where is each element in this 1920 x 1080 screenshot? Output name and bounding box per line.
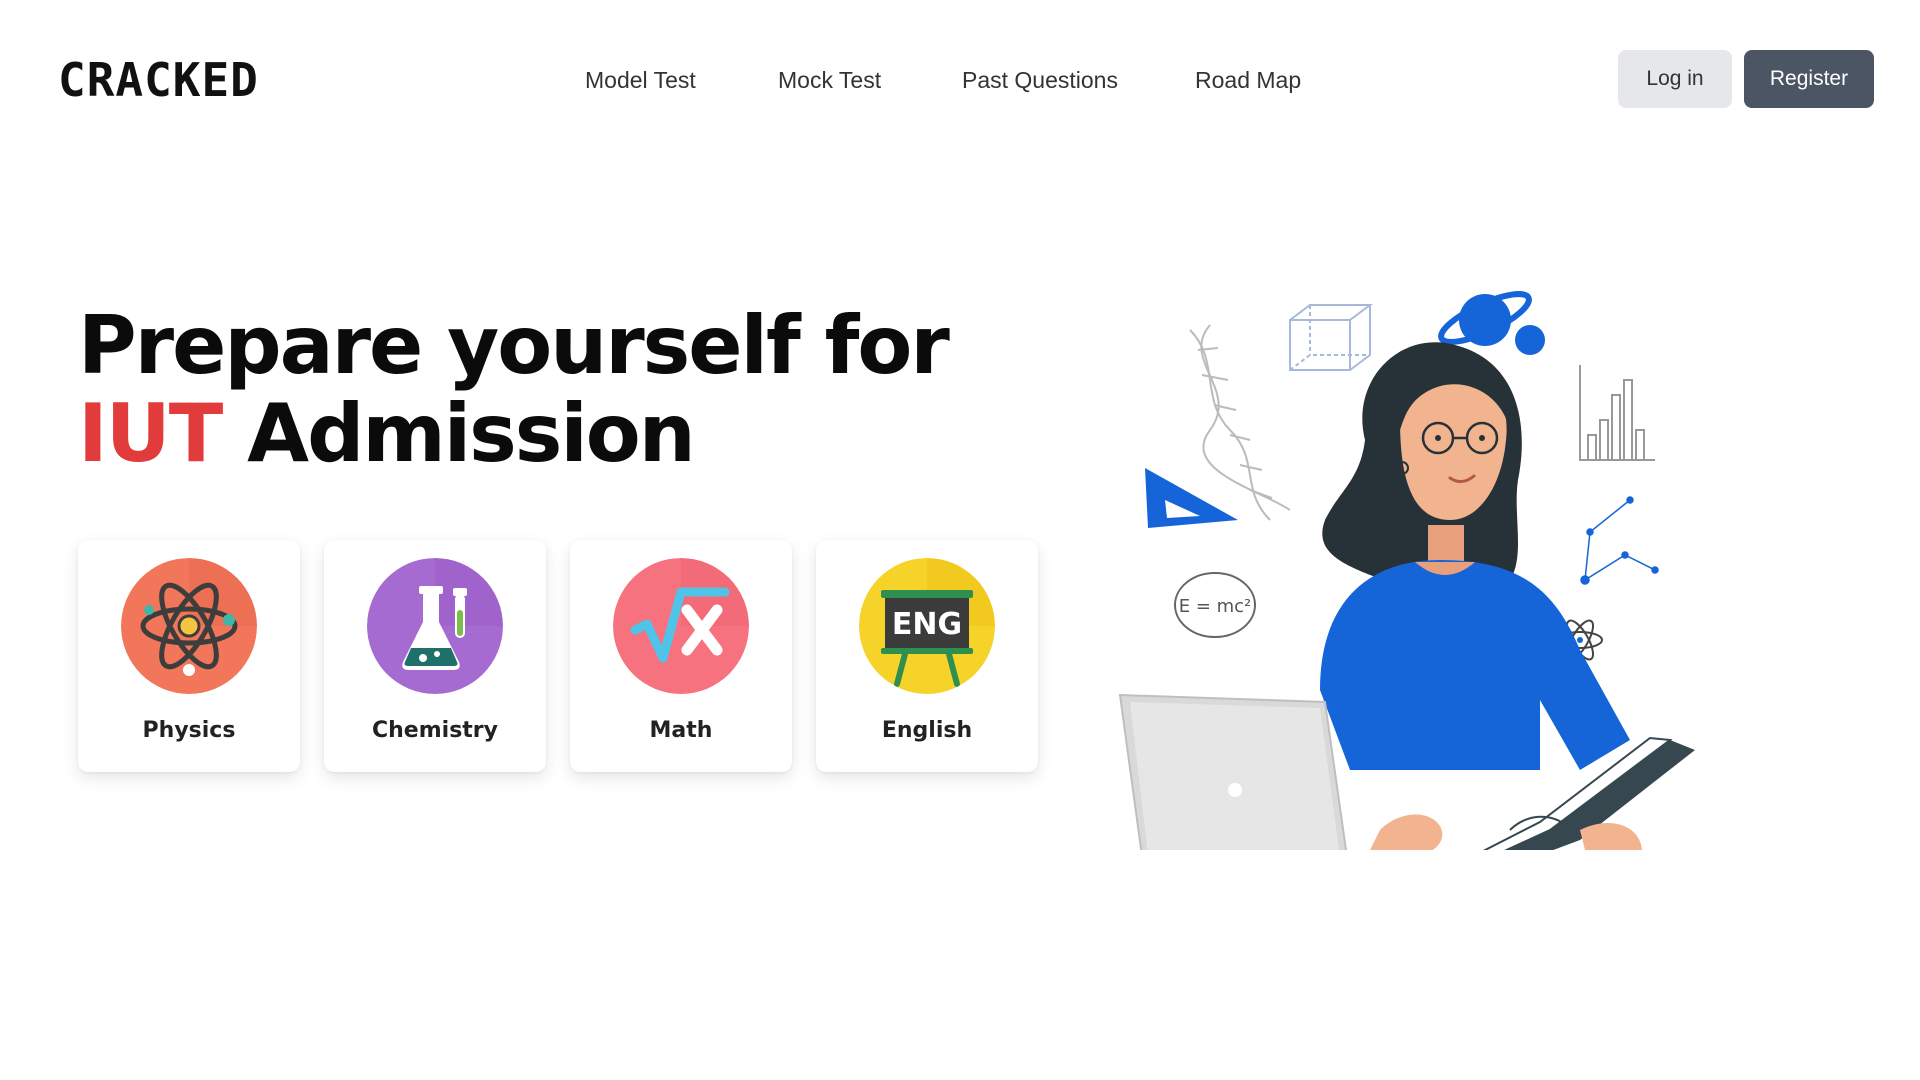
hero-title-accent: IUT <box>78 387 223 480</box>
nav-link-mock-test[interactable]: Mock Test <box>778 60 881 100</box>
login-button[interactable]: Log in <box>1618 50 1732 108</box>
nav-link-model-test[interactable]: Model Test <box>585 60 696 100</box>
hero-title-rest: Admission <box>247 387 696 480</box>
subject-label-chemistry: Chemistry <box>372 718 498 743</box>
nav-link-past-questions[interactable]: Past Questions <box>962 60 1118 100</box>
subject-card-chemistry[interactable]: Chemistry <box>324 540 546 772</box>
hero-title-line2: IUT Admission <box>78 390 948 478</box>
svg-text:E = mc²: E = mc² <box>1179 596 1252 617</box>
subject-card-physics[interactable]: Physics <box>78 540 300 772</box>
hero-title: Prepare yourself for IUT Admission <box>78 299 950 478</box>
atom-icon <box>121 558 257 694</box>
subject-label-math: Math <box>649 718 713 743</box>
subject-label-english: English <box>881 718 973 743</box>
nav-link-road-map[interactable]: Road Map <box>1195 60 1301 100</box>
subject-label-physics: Physics <box>142 718 236 743</box>
register-button[interactable]: Register <box>1744 50 1874 108</box>
svg-text:ENG: ENG <box>892 607 962 642</box>
navbar: CRACKED Model Test Mock Test Past Questi… <box>0 0 1920 160</box>
subject-card-math[interactable]: Math <box>570 540 792 772</box>
subject-card-english[interactable]: ENG English <box>816 540 1038 772</box>
set-square-icon <box>1145 468 1238 528</box>
cube-icon <box>1289 304 1373 371</box>
constellation-icon <box>1580 496 1659 585</box>
equation-bubble: E = mc² <box>1174 572 1256 638</box>
bar-chart-sketch-icon <box>1579 365 1655 461</box>
square-root-x-icon <box>613 558 749 694</box>
subject-cards: Physics Chemistry Math ENG English <box>78 540 1038 780</box>
flask-icon <box>367 558 503 694</box>
eng-board-icon: ENG <box>859 558 995 694</box>
hero-title-line1: Prepare yourself for <box>78 299 950 392</box>
student-with-laptop-illustration: E = mc² <box>1110 270 1710 850</box>
dna-icon <box>1189 324 1291 521</box>
